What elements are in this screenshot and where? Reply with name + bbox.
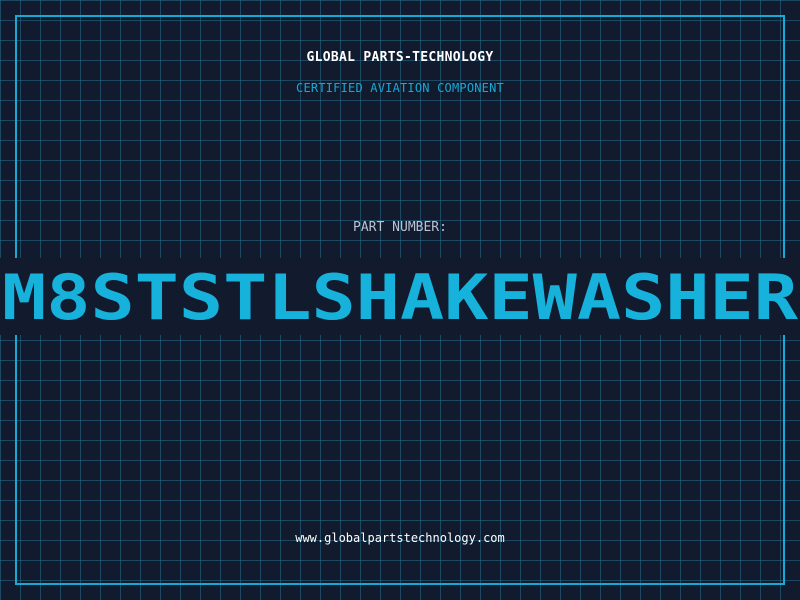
company-name: GLOBAL PARTS-TECHNOLOGY [306,50,494,65]
certification-subtitle: CERTIFIED AVIATION COMPONENT [296,81,504,95]
certificate-page: GLOBAL PARTS-TECHNOLOGY CERTIFIED AVIATI… [0,0,800,600]
part-number-value: M8STSTLSHAKEWASHER [2,261,799,334]
part-number-label: PART NUMBER: [353,220,447,235]
part-number-display: M8STSTLSHAKEWASHER [2,261,799,334]
website-link[interactable]: www.globalpartstechnology.com [0,531,800,545]
